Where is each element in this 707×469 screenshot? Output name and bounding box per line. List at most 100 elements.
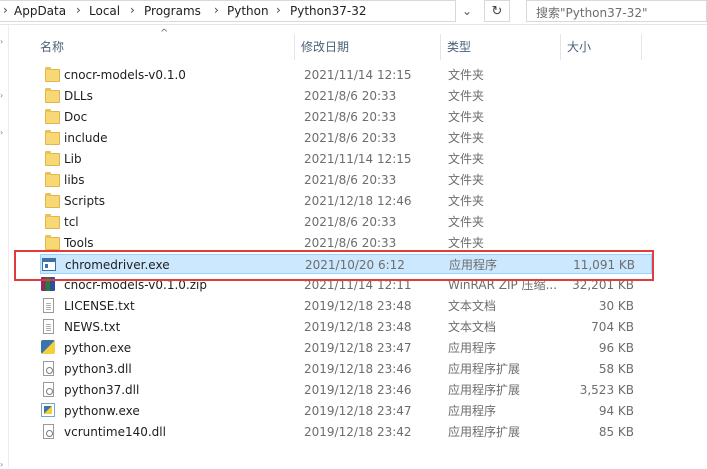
file-size	[540, 170, 634, 190]
folder-icon	[45, 88, 60, 103]
column-date[interactable]: 修改日期	[295, 34, 440, 60]
file-size	[540, 191, 634, 211]
file-date: 2019/12/18 23:46	[304, 362, 412, 376]
folder-icon	[45, 151, 60, 166]
file-size	[540, 128, 634, 148]
file-row[interactable]: pythonw.exe 2019/12/18 23:47 应用程序 94 KB	[40, 401, 652, 421]
dll-icon	[43, 361, 54, 376]
file-size: 704 KB	[591, 320, 634, 334]
chevron-down-icon[interactable]: ⌄	[459, 2, 475, 20]
file-date: 2021/8/6 20:33	[304, 131, 397, 145]
file-date: 2021/8/6 20:33	[304, 215, 397, 229]
file-name: python.exe	[64, 341, 132, 355]
file-name: Scripts	[64, 194, 106, 208]
file-row[interactable]: include 2021/8/6 20:33 文件夹	[40, 128, 652, 148]
file-size: 96 KB	[598, 341, 634, 355]
annotation-highlight-box	[14, 250, 654, 281]
breadcrumb[interactable]: › AppData › Local › Programs › Python › …	[0, 0, 456, 22]
breadcrumb-programs[interactable]: Programs	[144, 4, 201, 18]
text-document-icon	[43, 319, 54, 334]
file-size: 94 KB	[598, 404, 634, 418]
file-name: Lib	[64, 152, 82, 166]
nav-expand-icon[interactable]: ›	[0, 460, 8, 469]
file-date: 2019/12/18 23:42	[304, 425, 412, 439]
file-row[interactable]: vcruntime140.dll 2019/12/18 23:42 应用程序扩展 85…	[40, 422, 652, 442]
folder-icon	[45, 193, 60, 208]
column-divider[interactable]	[641, 34, 642, 60]
refresh-button[interactable]: ↻	[484, 0, 510, 22]
column-type[interactable]: 类型	[441, 34, 560, 60]
file-date: 2019/12/18 23:48	[304, 299, 412, 313]
breadcrumb-separator[interactable]: ›	[3, 3, 8, 17]
file-row[interactable]: DLLs 2021/8/6 20:33 文件夹	[40, 86, 652, 106]
column-header: ^ 名称 修改日期 类型 大小	[10, 28, 707, 60]
search-input[interactable]: 搜索"Python37-32"	[526, 0, 707, 22]
column-size[interactable]: 大小	[561, 34, 641, 60]
file-date: 2019/12/18 23:48	[304, 320, 412, 334]
file-size	[540, 149, 634, 169]
file-row[interactable]: Scripts 2021/12/18 12:46 文件夹	[40, 191, 652, 211]
file-row[interactable]: cnocr-models-v0.1.0 2021/11/14 12:15 文件夹	[40, 65, 652, 85]
folder-icon	[45, 109, 60, 124]
file-row[interactable]: python37.dll 2019/12/18 23:46 应用程序扩展 3,523 …	[40, 380, 652, 400]
folder-icon	[45, 130, 60, 145]
folder-icon	[45, 67, 60, 82]
nav-expand-icon[interactable]: ›	[0, 128, 3, 137]
file-date: 2021/8/6 20:33	[304, 110, 397, 124]
file-size	[540, 212, 634, 232]
breadcrumb-separator[interactable]: ›	[276, 3, 281, 17]
pythonw-icon	[41, 403, 55, 417]
file-name: cnocr-models-v0.1.0	[64, 68, 186, 82]
file-row[interactable]: python.exe 2019/12/18 23:47 应用程序 96 KB	[40, 338, 652, 358]
text-document-icon	[43, 298, 54, 313]
navigation-pane[interactable]: › › ›	[0, 25, 9, 467]
file-size: 3,523 KB	[579, 383, 634, 397]
file-row[interactable]: LICENSE.txt 2019/12/18 23:48 文本文档 30 KB	[40, 296, 652, 316]
file-row[interactable]: tcl 2021/8/6 20:33 文件夹	[40, 212, 652, 232]
file-name: tcl	[64, 215, 79, 229]
python-icon	[41, 340, 55, 354]
column-name[interactable]: 名称	[34, 34, 294, 60]
file-name: include	[64, 131, 108, 145]
folder-icon	[45, 235, 60, 250]
file-date: 2019/12/18 23:47	[304, 341, 412, 355]
file-row[interactable]: Doc 2021/8/6 20:33 文件夹	[40, 107, 652, 127]
breadcrumb-appdata[interactable]: AppData	[14, 4, 66, 18]
file-name: python37.dll	[64, 383, 140, 397]
file-size	[540, 86, 634, 106]
file-name: DLLs	[64, 89, 93, 103]
file-name: Doc	[64, 110, 88, 124]
file-row[interactable]: NEWS.txt 2019/12/18 23:48 文本文档 704 KB	[40, 317, 652, 337]
address-bar: › AppData › Local › Programs › Python › …	[0, 0, 707, 25]
file-date: 2019/12/18 23:47	[304, 404, 412, 418]
file-name: vcruntime140.dll	[64, 425, 166, 439]
breadcrumb-separator[interactable]: ›	[76, 3, 81, 17]
file-date: 2019/12/18 23:46	[304, 383, 412, 397]
dll-icon	[43, 382, 54, 397]
file-name: LICENSE.txt	[64, 299, 135, 313]
file-date: 2021/8/6 20:33	[304, 173, 397, 187]
breadcrumb-local[interactable]: Local	[89, 4, 120, 18]
breadcrumb-separator[interactable]: ›	[214, 3, 219, 17]
file-size: 85 KB	[598, 425, 634, 439]
file-name: NEWS.txt	[64, 320, 121, 334]
folder-icon	[45, 214, 60, 229]
nav-expand-icon[interactable]: ›	[0, 37, 3, 46]
file-size	[540, 65, 634, 85]
breadcrumb-python[interactable]: Python	[227, 4, 269, 18]
breadcrumb-separator[interactable]: ›	[130, 3, 135, 17]
file-date: 2021/12/18 12:46	[304, 194, 412, 208]
file-date: 2021/11/14 12:15	[304, 152, 412, 166]
nav-expand-icon[interactable]: ›	[0, 91, 3, 100]
file-row[interactable]: python3.dll 2019/12/18 23:46 应用程序扩展 58 KB	[40, 359, 652, 379]
file-row[interactable]: libs 2021/8/6 20:33 文件夹	[40, 170, 652, 190]
file-row[interactable]: Lib 2021/11/14 12:15 文件夹	[40, 149, 652, 169]
file-size	[540, 107, 634, 127]
refresh-icon: ↻	[491, 3, 503, 19]
file-size: 58 KB	[598, 362, 634, 376]
breadcrumb-python37-32[interactable]: Python37-32	[290, 4, 366, 18]
dll-icon	[43, 424, 54, 439]
file-name: pythonw.exe	[64, 404, 140, 418]
file-size: 30 KB	[598, 299, 634, 313]
file-name: python3.dll	[64, 362, 132, 376]
